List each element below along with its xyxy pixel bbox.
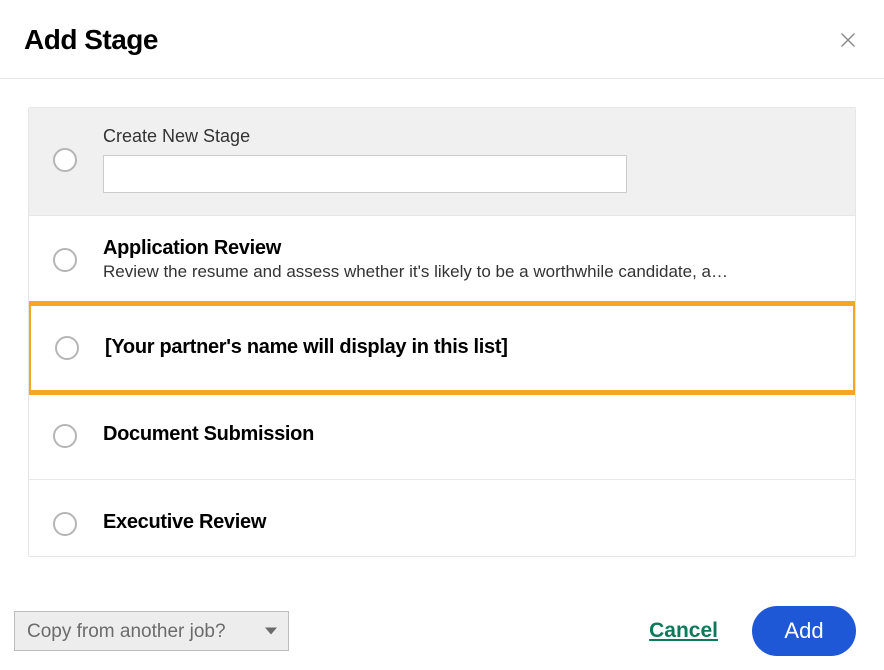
radio-partner[interactable] <box>55 336 79 360</box>
radio-application-review[interactable] <box>53 248 77 272</box>
create-stage-input[interactable] <box>103 155 627 193</box>
footer-actions: Cancel Add <box>649 606 856 656</box>
stage-option-application-review[interactable]: Application Review Review the resume and… <box>29 216 855 304</box>
stage-title: [Your partner's name will display in thi… <box>105 336 829 359</box>
stage-text: [Your partner's name will display in thi… <box>105 336 829 361</box>
dialog-header: Add Stage <box>0 0 884 79</box>
radio-document-submission[interactable] <box>53 424 77 448</box>
stage-option-document-submission[interactable]: Document Submission <box>29 392 855 480</box>
stage-title: Executive Review <box>103 511 831 534</box>
stage-title: Document Submission <box>103 423 831 446</box>
copy-from-job-select[interactable]: Copy from another job? <box>14 611 289 651</box>
stage-desc: Review the resume and assess whether it'… <box>103 262 831 282</box>
add-button[interactable]: Add <box>752 606 856 656</box>
stage-title: Application Review <box>103 237 831 260</box>
radio-create[interactable] <box>53 148 77 172</box>
close-icon <box>839 31 857 49</box>
close-button[interactable] <box>836 28 860 52</box>
create-stage-text: Create New Stage <box>103 126 831 193</box>
dialog-footer: Copy from another job? Cancel Add <box>0 606 884 656</box>
radio-executive-review[interactable] <box>53 512 77 536</box>
stage-option-partner[interactable]: [Your partner's name will display in thi… <box>28 301 856 395</box>
stage-text: Executive Review <box>103 511 831 536</box>
stage-option-executive-review[interactable]: Executive Review <box>29 480 855 557</box>
copy-from-job-wrap: Copy from another job? <box>14 611 289 651</box>
stage-list[interactable]: Create New Stage Application Review Revi… <box>28 107 856 557</box>
create-stage-label: Create New Stage <box>103 126 831 147</box>
dialog-body: Create New Stage Application Review Revi… <box>0 79 884 557</box>
dialog-title: Add Stage <box>24 24 158 56</box>
stage-text: Document Submission <box>103 423 831 448</box>
stage-text: Application Review Review the resume and… <box>103 237 831 282</box>
cancel-link[interactable]: Cancel <box>649 619 718 643</box>
stage-option-create[interactable]: Create New Stage <box>29 108 855 216</box>
